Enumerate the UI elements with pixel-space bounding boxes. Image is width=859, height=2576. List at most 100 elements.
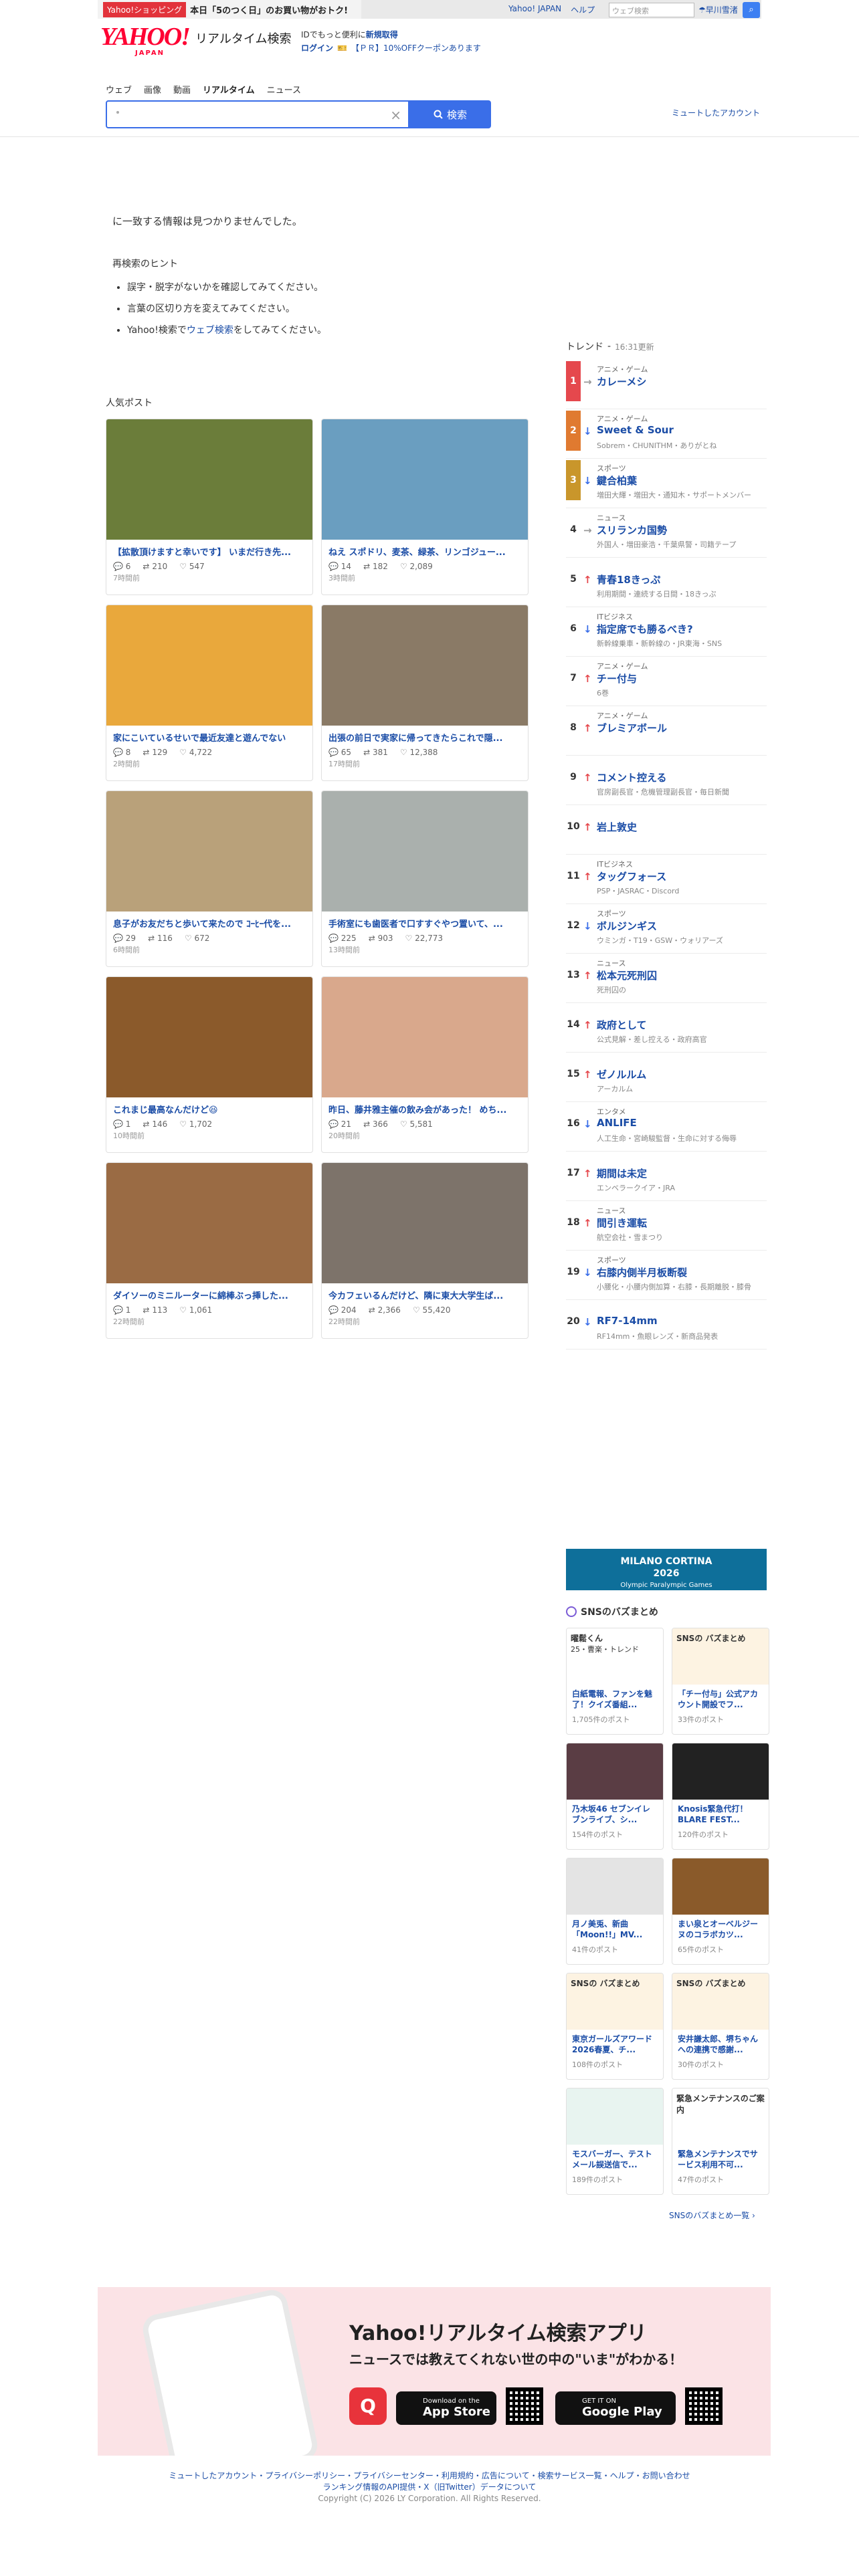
web-search-link[interactable]: ウェブ検索	[187, 325, 233, 336]
repost-count[interactable]: ⇄ 129	[142, 748, 167, 757]
trend-item[interactable]: 17 ↑ 期間は未定 エンベラークイア・JRA	[566, 1153, 767, 1201]
trend-item[interactable]: 6 ↓ ITビジネス 指定席でも勝るべき? 新幹線乗車・新幹線の・JR東海・SNS	[566, 609, 767, 657]
post-image[interactable]	[322, 977, 528, 1097]
trend-word[interactable]: カレーメシ	[597, 374, 646, 389]
sns-more-link[interactable]: SNSのバズまとめ一覧 ›	[669, 2210, 755, 2221]
sns-title[interactable]: 「チー付与」公式アカウント開設でフ...	[672, 1685, 769, 1711]
trend-word[interactable]: 岩上敦史	[597, 820, 637, 834]
sns-card[interactable]: SNSの バズまとめ 安井謙太郎、堺ちゃんへの連携で感謝... 30件のポスト	[672, 1973, 769, 2080]
login-link[interactable]: ログイン	[301, 41, 333, 55]
olympic-banner[interactable]: MILANO CORTINA 2026 Olympic Paralympic G…	[566, 1549, 767, 1590]
sns-card[interactable]: 曜鬆くん 25・曹楽・トレンド 白紙電報、ファンを魅了！クイズ番組... 1,705件…	[566, 1628, 664, 1735]
trend-word[interactable]: 間引き運転	[597, 1216, 647, 1230]
post-text[interactable]: これまじ最高なんだけど😆	[106, 1097, 312, 1115]
repost-count[interactable]: ⇄ 182	[363, 562, 388, 571]
tab-web[interactable]: ウェブ	[106, 83, 132, 96]
promo-banner[interactable]: Yahoo!ショッピング 本日「5のつく日」のお買い物がおトク!	[98, 0, 361, 19]
trend-item[interactable]: 16 ↓ エンタメ ANLIFE 人工生命・宮崎駿監督・生命に対する侮辱	[566, 1103, 767, 1152]
sns-title[interactable]: まい泉とオーベルジーヌのコラボカツ...	[672, 1915, 769, 1941]
sns-card[interactable]: まい泉とオーベルジーヌのコラボカツ... 65件のポスト	[672, 1858, 769, 1965]
like-count[interactable]: ♡ 1,702	[179, 1119, 212, 1129]
repost-count[interactable]: ⇄ 146	[142, 1119, 167, 1129]
help-link[interactable]: ヘルプ	[571, 4, 595, 15]
post-text[interactable]: 息子がお友だちと歩いて来たので ｺｰﾋｰ代を...	[106, 911, 312, 930]
repost-count[interactable]: ⇄ 2,366	[369, 1305, 401, 1315]
trend-item[interactable]: 3 ↓ スポーツ 鍵合柏葉 増田大輝・増田大・通知木・サポートメンバー	[566, 460, 767, 508]
post-card[interactable]: 【拡散頂けますと幸いです】 いまだ行き先... 💬 6 ⇄ 210 ♡ 547 7時間前	[106, 419, 313, 595]
app-promo-banner[interactable]: Yahoo!リアルタイム検索アプリ ニュースでは教えてくれない世の中の"いま"が…	[98, 2287, 771, 2456]
trend-word[interactable]: ゼノルルム	[597, 1067, 646, 1081]
trend-item[interactable]: 2 ↓ アニメ・ゲーム Sweet & Sour Sobrem・CHUNITHM・ありが…	[566, 411, 767, 459]
post-image[interactable]	[106, 605, 312, 726]
like-count[interactable]: ♡ 5,581	[400, 1119, 433, 1129]
sns-card[interactable]: SNSの バズまとめ 「チー付与」公式アカウント開設でフ... 33件のポスト	[672, 1628, 769, 1735]
sns-title[interactable]: モスバーガー、テストメール誤送信で...	[567, 2145, 663, 2171]
post-image[interactable]	[322, 1163, 528, 1283]
repost-count[interactable]: ⇄ 210	[142, 562, 167, 571]
post-image[interactable]	[322, 605, 528, 726]
top-web-search-input[interactable]: ウェブ検索	[609, 3, 694, 17]
reply-count[interactable]: 💬 8	[113, 748, 130, 757]
sns-card[interactable]: Knosis緊急代打！BLARE FEST... 120件のポスト	[672, 1743, 769, 1850]
clear-icon[interactable]: ×	[390, 107, 401, 123]
trend-word[interactable]: タッグフォース	[597, 869, 666, 883]
post-card[interactable]: ねえ スポドリ、麦茶、緑茶、リンゴジュー... 💬 14 ⇄ 182 ♡ 2,089 3…	[321, 419, 529, 595]
sns-card[interactable]: SNSの バズまとめ 東京ガールズアワード2026春夏、チ... 108件のポスト	[566, 1973, 664, 2080]
reply-count[interactable]: 💬 6	[113, 562, 130, 571]
post-image[interactable]	[322, 419, 528, 540]
sns-title[interactable]: 安井謙太郎、堺ちゃんへの連携で感謝...	[672, 2030, 769, 2056]
trend-word[interactable]: ブレミアボール	[597, 721, 667, 735]
post-image[interactable]	[106, 977, 312, 1097]
trend-item[interactable]: 19 ↓ スポーツ 右膝内側半月板断裂 小腰化・小腰内側加算・右膝・長期離脱・膝骨	[566, 1252, 767, 1300]
trend-item[interactable]: 5 ↑ 青春18きっぷ 利用期間・連続する日間・18きっぷ	[566, 559, 767, 607]
trend-item[interactable]: 10 ↑ 岩上敦史	[566, 807, 767, 855]
post-image[interactable]	[322, 791, 528, 911]
post-card[interactable]: 手術室にも歯医者で口すすぐやつ置いて、... 💬 225 ⇄ 903 ♡ 22,773…	[321, 790, 529, 967]
like-count[interactable]: ♡ 55,420	[413, 1305, 451, 1315]
trend-item[interactable]: 13 ↑ ニュース 松本元死刑囚 死刑囚の	[566, 955, 767, 1003]
post-text[interactable]: ダイソーのミニルーターに綿棒ぶっ挿した...	[106, 1283, 312, 1301]
like-count[interactable]: ♡ 1,061	[179, 1305, 212, 1315]
trend-item[interactable]: 14 ↑ 政府として 公式見解・差し控える・政府高官	[566, 1004, 767, 1053]
post-card[interactable]: 出張の前日で実家に帰ってきたらこれで隠... 💬 65 ⇄ 381 ♡ 12,388 1…	[321, 605, 529, 781]
post-image[interactable]	[106, 419, 312, 540]
sns-title[interactable]: 東京ガールズアワード2026春夏、チ...	[567, 2030, 663, 2056]
search-icon[interactable]: ⌕	[743, 2, 760, 18]
trend-word[interactable]: 鍵合柏葉	[597, 473, 637, 488]
like-count[interactable]: ♡ 12,388	[400, 748, 438, 757]
trend-item[interactable]: 20 ↓ RF7-14mm RF14mm・魚眼レンズ・新商品発表	[566, 1301, 767, 1350]
footer-links[interactable]: ミュートしたアカウント・プライバシーポリシー・プライバシーセンター・利用規約・広…	[0, 2470, 859, 2482]
reply-count[interactable]: 💬 225	[328, 934, 357, 943]
post-card[interactable]: ダイソーのミニルーターに綿棒ぶっ挿した... 💬 1 ⇄ 113 ♡ 1,061 22時…	[106, 1162, 313, 1339]
trend-word[interactable]: チー付与	[597, 671, 637, 685]
repost-count[interactable]: ⇄ 366	[363, 1119, 388, 1129]
yahoo-japan-link[interactable]: Yahoo! JAPAN	[508, 4, 561, 15]
post-text[interactable]: 手術室にも歯医者で口すすぐやつ置いて、...	[322, 911, 528, 930]
reply-count[interactable]: 💬 1	[113, 1119, 130, 1129]
weather-link[interactable]: ☂早川雪渚	[698, 4, 738, 15]
repost-count[interactable]: ⇄ 903	[369, 934, 393, 943]
sns-title[interactable]: 月ノ美兎、新曲「Moon!!」MV...	[567, 1915, 663, 1941]
trend-word[interactable]: ボルジンギス	[597, 919, 657, 933]
sns-card[interactable]: 乃木坂46 セブンイレブンライブ、シ... 154件のポスト	[566, 1743, 664, 1850]
trend-item[interactable]: 8 ↑ アニメ・ゲーム ブレミアボール	[566, 708, 767, 756]
tab-images[interactable]: 画像	[144, 83, 161, 96]
coupon-link[interactable]: 【ＰＲ】10%OFFクーポンあります	[351, 41, 481, 55]
trend-item[interactable]: 7 ↑ アニメ・ゲーム チー付与 6巻	[566, 658, 767, 706]
post-image[interactable]	[106, 1163, 312, 1283]
sns-card[interactable]: 緊急メンテナンスのご案内 緊急メンテナンスでサービス利用不可... 47件のポスト	[672, 2088, 769, 2195]
search-input[interactable]: ×	[106, 100, 409, 128]
post-text[interactable]: 【拡散頂けますと幸いです】 いまだ行き先...	[106, 540, 312, 558]
sns-card[interactable]: モスバーガー、テストメール誤送信で... 189件のポスト	[566, 2088, 664, 2195]
tab-news[interactable]: ニュース	[267, 83, 301, 96]
like-count[interactable]: ♡ 2,089	[400, 562, 433, 571]
post-card[interactable]: 家にこいているせいで最近友達と遊んでない 💬 8 ⇄ 129 ♡ 4,722 2時間前	[106, 605, 313, 781]
post-text[interactable]: 今カフェいるんだけど、隣に東大大学生ば...	[322, 1283, 528, 1301]
tab-video[interactable]: 動画	[173, 83, 191, 96]
repost-count[interactable]: ⇄ 113	[142, 1305, 167, 1315]
signup-link[interactable]: 新規取得	[366, 30, 398, 39]
sns-title[interactable]: 乃木坂46 セブンイレブンライブ、シ...	[567, 1800, 663, 1826]
trend-word[interactable]: 右膝内側半月板断裂	[597, 1265, 687, 1279]
post-text[interactable]: ねえ スポドリ、麦茶、緑茶、リンゴジュー...	[322, 540, 528, 558]
like-count[interactable]: ♡ 672	[185, 934, 210, 943]
